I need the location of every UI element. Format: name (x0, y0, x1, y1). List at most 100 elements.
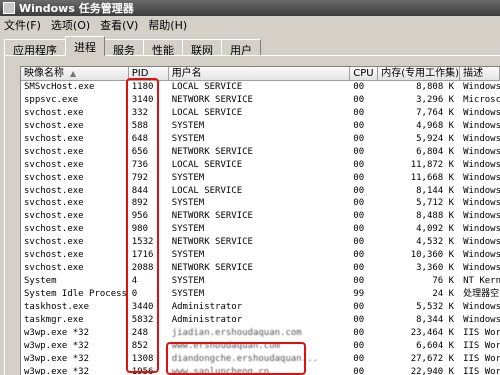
cell-name: w3wp.exe *32 (24, 340, 90, 351)
cell-mem: 6,604 K (416, 340, 455, 351)
table-row[interactable]: svchost.exe 892 SYSTEM 00 5,712 K Windows (21, 197, 500, 210)
table-row[interactable]: sppsvc.exe 3140 NETWORK SERVICE 00 3,296 K Mi… (21, 94, 500, 107)
cell-user: SYSTEM (171, 133, 205, 144)
column-header-memory[interactable]: 内存(专用工作集) (378, 67, 461, 80)
cell-user: SYSTEM (171, 224, 205, 235)
table-row[interactable]: svchost.exe 648 SYSTEM 00 5,924 K Windows (21, 133, 500, 146)
column-header-user[interactable]: 用户名 (168, 67, 351, 80)
table-row[interactable]: svchost.exe 656 NETWORK SERVICE 00 6,804 K Wi… (21, 146, 500, 159)
menu-file[interactable]: 文件(F) (4, 17, 41, 33)
cell-mem: 3,296 K (416, 94, 455, 105)
cell-desc: Windows (463, 211, 500, 222)
cell-name: svchost.exe (24, 159, 84, 170)
tab-performance[interactable]: 性能 (143, 39, 183, 57)
cell-pid: 1180 (131, 82, 154, 92)
column-header-image-name[interactable]: 映像名称 ▲ (21, 67, 129, 80)
menu-options[interactable]: 选项(O) (51, 17, 90, 33)
cell-desc: Windows (463, 237, 500, 248)
cell-mem: 23,464 K (410, 327, 455, 338)
table-row[interactable]: svchost.exe 844 LOCAL SERVICE 00 8,144 K Wind… (21, 185, 500, 198)
cell-user: SYSTEM (171, 198, 205, 209)
cell-cpu: 00 (353, 172, 365, 183)
cell-mem: 4,968 K (416, 120, 455, 131)
task-manager-icon (3, 2, 15, 14)
table-row[interactable]: svchost.exe 956 NETWORK SERVICE 00 8,488 K Wi… (21, 210, 500, 223)
cell-mem: 8,344 K (416, 314, 455, 325)
cell-name: svchost.exe (24, 107, 84, 118)
cell-cpu: 00 (353, 327, 365, 338)
table-row[interactable]: w3wp.exe *32 248 jiadian.ershoudaquan.com 0… (21, 327, 500, 340)
cell-pid: 844 (131, 185, 149, 196)
table-row[interactable]: w3wp.exe *32 1308 diandongche.ershoudaquan… (21, 353, 500, 366)
table-row[interactable]: svchost.exe 1716 SYSTEM 00 10,360 K Windows (21, 249, 500, 262)
table-row[interactable]: svchost.exe 980 SYSTEM 00 4,092 K Windows (21, 223, 500, 236)
menu-view[interactable]: 查看(V) (100, 17, 138, 33)
cell-user: SYSTEM (171, 289, 205, 299)
cell-name: System (24, 276, 57, 287)
cell-name: svchost.exe (24, 198, 84, 209)
cell-name: w3wp.exe *32 (24, 327, 90, 338)
cell-pid: 248 (131, 327, 149, 338)
cell-mem: 8,144 K (416, 185, 455, 196)
cell-mem: 6,804 K (416, 146, 455, 157)
table-row[interactable]: svchost.exe 1532 NETWORK SERVICE 00 4,532 K W… (21, 236, 500, 249)
cell-desc: Windows (463, 133, 500, 144)
cell-mem: 27,672 K (410, 353, 455, 364)
cell-name: taskmgr.exe (24, 314, 84, 325)
cell-pid: 332 (131, 107, 149, 118)
cell-cpu: 00 (353, 366, 365, 375)
cell-cpu: 00 (353, 120, 365, 131)
column-header-cpu[interactable]: CPU (350, 67, 379, 80)
tab-users[interactable]: 用户 (221, 39, 261, 57)
table-row[interactable]: taskmgr.exe 5832 Administrator 00 8,344 K Win… (21, 314, 500, 327)
table-row[interactable]: svchost.exe 792 SYSTEM 00 11,668 K Windows (21, 172, 500, 185)
cell-pid: 0 (131, 289, 138, 299)
tab-networking[interactable]: 联网 (182, 39, 222, 57)
cell-name: svchost.exe (24, 211, 84, 222)
cell-user: Administrator (171, 314, 243, 325)
cell-desc: Windows (463, 172, 500, 183)
menu-help[interactable]: 帮助(H) (148, 17, 187, 33)
cell-user: NETWORK SERVICE (171, 237, 253, 248)
cell-cpu: 00 (353, 224, 365, 235)
tab-services[interactable]: 服务 (104, 39, 144, 57)
cell-name: svchost.exe (24, 120, 84, 131)
table-row[interactable]: w3wp.exe *32 1956 www.sanluncheng.cn 00 22,9… (21, 366, 500, 375)
tab-applications[interactable]: 应用程序 (4, 39, 66, 57)
table-row[interactable]: svchost.exe 2088 NETWORK SERVICE 00 3,360 K W… (21, 262, 500, 275)
table-row[interactable]: taskhost.exe 3440 Administrator 00 5,532 K Wi… (21, 301, 500, 314)
cell-mem: 4,092 K (416, 224, 455, 235)
process-list[interactable]: 映像名称 ▲ PID 用户名 CPU 内存(专用工作集) 描述 SMSvcHost… (20, 66, 500, 375)
cell-cpu: 00 (353, 211, 365, 222)
tab-processes[interactable]: 进程 (65, 36, 105, 56)
cell-name: svchost.exe (24, 185, 84, 196)
cell-pid: 5832 (131, 314, 154, 325)
tab-strip: 应用程序 进程 服务 性能 联网 用户 (4, 36, 261, 57)
cell-name: System Idle Process (24, 289, 127, 299)
cell-pid: 648 (131, 133, 149, 144)
cell-cpu: 00 (353, 276, 365, 287)
table-row[interactable]: System 4 SYSTEM 00 76 K NT Kern (21, 275, 500, 288)
table-row[interactable]: w3wp.exe *32 852 www.ershoudaquan.com 00 6,6… (21, 340, 500, 353)
cell-desc: Windows (463, 250, 500, 261)
column-header-description[interactable]: 描述 (460, 67, 500, 80)
cell-user: SYSTEM (171, 120, 205, 131)
table-row[interactable]: svchost.exe 588 SYSTEM 00 4,968 K Windows (21, 120, 500, 133)
cell-mem: 5,532 K (416, 301, 455, 312)
table-row[interactable]: svchost.exe 736 LOCAL SERVICE 00 11,872 K Win… (21, 159, 500, 172)
table-row[interactable]: System Idle Process 0 SYSTEM 99 24 K 处理器空 (21, 288, 500, 301)
cell-mem: 8,808 K (416, 82, 455, 92)
cell-user: SYSTEM (171, 172, 205, 183)
table-row[interactable]: svchost.exe 332 LOCAL SERVICE 00 7,764 K Wind… (21, 107, 500, 120)
cell-desc: Windows (463, 224, 500, 235)
cell-mem: 76 K (432, 276, 455, 287)
table-row[interactable]: SMSvcHost.exe 1180 LOCAL SERVICE 00 8,808 K W… (21, 81, 500, 94)
cell-user: LOCAL SERVICE (171, 159, 243, 170)
cell-mem: 22,940 K (410, 366, 455, 375)
cell-desc: Windows (463, 82, 500, 92)
cell-mem: 11,872 K (410, 159, 455, 170)
column-header-pid[interactable]: PID (128, 67, 169, 80)
cell-cpu: 00 (353, 340, 365, 351)
cell-cpu: 00 (353, 301, 365, 312)
cell-desc: Microsc (463, 94, 500, 105)
